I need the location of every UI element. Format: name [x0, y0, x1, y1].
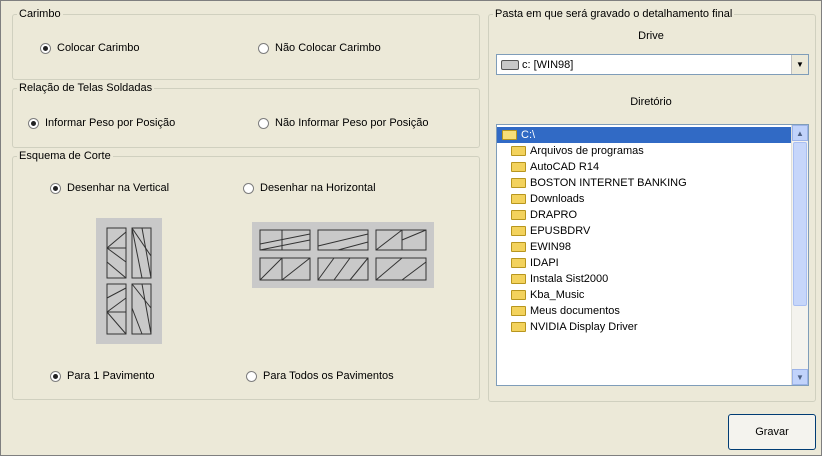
radio-button-icon [258, 42, 269, 54]
folder-name: Downloads [530, 193, 585, 205]
esquema-legend: Esquema de Corte [19, 150, 111, 162]
folder-icon [511, 146, 526, 156]
radio-nao-informar-peso-label: Não Informar Peso por Posição [275, 117, 429, 129]
radio-desenhar-horizontal-label: Desenhar na Horizontal [260, 182, 376, 194]
folder-icon [511, 290, 526, 300]
radio-informar-peso-label: Informar Peso por Posição [45, 117, 176, 129]
directory-list[interactable]: C:\ Arquivos de programas AutoCAD R14 BOSTO… [496, 124, 809, 386]
folder-name: C:\ [521, 129, 536, 141]
folder-name: IDAPI [530, 257, 559, 269]
folder-icon [511, 178, 526, 188]
scroll-down-icon[interactable]: ▼ [792, 369, 808, 385]
folder-row[interactable]: DRAPRO [497, 207, 792, 223]
folder-icon [511, 162, 526, 172]
radio-desenhar-vertical[interactable]: Desenhar na Vertical [50, 182, 169, 194]
folder-row[interactable]: BOSTON INTERNET BANKING [497, 175, 792, 191]
telas-legend: Relação de Telas Soldadas [19, 82, 153, 94]
radio-button-icon [50, 370, 61, 382]
drive-select[interactable]: c: [WIN98] ▼ [496, 54, 809, 75]
telas-group: Relação de Telas Soldadas [12, 82, 480, 148]
folder-icon [511, 226, 526, 236]
radio-button-icon [40, 42, 51, 54]
radio-nao-informar-peso[interactable]: Não Informar Peso por Posição [258, 117, 428, 129]
radio-button-icon [246, 370, 257, 382]
folder-row-selected[interactable]: C:\ [497, 127, 792, 143]
radio-informar-peso[interactable]: Informar Peso por Posição [28, 117, 175, 129]
directory-scrollbar[interactable]: ▲ ▼ [791, 125, 808, 385]
folder-icon [511, 274, 526, 284]
folder-name: Instala Sist2000 [530, 273, 609, 285]
radio-um-pavimento[interactable]: Para 1 Pavimento [50, 370, 154, 382]
folder-icon [511, 322, 526, 332]
folder-icon [511, 194, 526, 204]
folder-name: EPUSBDRV [530, 225, 591, 237]
horizontal-scheme-preview [252, 222, 434, 288]
pasta-legend: Pasta em que será gravado o detalhamento… [495, 8, 733, 20]
folder-row[interactable]: IDAPI [497, 255, 792, 271]
folder-name: Meus documentos [530, 305, 620, 317]
drive-select-value: c: [WIN98] [522, 58, 574, 71]
directory-label: Diretório [630, 96, 672, 108]
radio-nao-colocar-carimbo-label: Não Colocar Carimbo [275, 42, 381, 54]
radio-button-icon [258, 117, 269, 129]
folder-icon [511, 306, 526, 316]
chevron-down-icon[interactable]: ▼ [791, 55, 808, 74]
folder-name: EWIN98 [530, 241, 571, 253]
folder-icon [511, 242, 526, 252]
folder-row[interactable]: Kba_Music [497, 287, 792, 303]
folder-row[interactable]: Arquivos de programas [497, 143, 792, 159]
folder-row[interactable]: EWIN98 [497, 239, 792, 255]
radio-um-pavimento-label: Para 1 Pavimento [67, 370, 155, 382]
radio-desenhar-vertical-label: Desenhar na Vertical [67, 182, 170, 194]
folder-row[interactable]: Instala Sist2000 [497, 271, 792, 287]
radio-button-icon [50, 182, 61, 194]
folder-row[interactable]: Meus documentos [497, 303, 792, 319]
radio-todos-pavimentos-label: Para Todos os Pavimentos [263, 370, 394, 382]
folder-name: BOSTON INTERNET BANKING [530, 177, 687, 189]
scroll-up-icon[interactable]: ▲ [792, 125, 808, 141]
vertical-scheme-preview [96, 218, 162, 344]
folder-name: Kba_Music [530, 289, 585, 301]
folder-name: DRAPRO [530, 209, 578, 221]
gravar-button[interactable]: Gravar [728, 414, 816, 450]
radio-desenhar-horizontal[interactable]: Desenhar na Horizontal [243, 182, 376, 194]
radio-todos-pavimentos[interactable]: Para Todos os Pavimentos [246, 370, 394, 382]
folder-icon [502, 130, 517, 140]
folder-name: AutoCAD R14 [530, 161, 600, 173]
carimbo-legend: Carimbo [19, 8, 61, 20]
vertical-scheme-graphic [106, 227, 152, 335]
radio-nao-colocar-carimbo[interactable]: Não Colocar Carimbo [258, 42, 381, 54]
horizontal-scheme-graphic [259, 229, 427, 281]
radio-colocar-carimbo[interactable]: Colocar Carimbo [40, 42, 140, 54]
drive-label: Drive [638, 30, 664, 42]
scroll-thumb[interactable] [793, 142, 807, 306]
folder-icon [511, 210, 526, 220]
hard-drive-icon [501, 59, 519, 70]
folder-name: NVIDIA Display Driver [530, 321, 638, 333]
folder-row[interactable]: EPUSBDRV [497, 223, 792, 239]
folder-row[interactable]: AutoCAD R14 [497, 159, 792, 175]
folder-row[interactable]: Downloads [497, 191, 792, 207]
radio-colocar-carimbo-label: Colocar Carimbo [57, 42, 140, 54]
radio-button-icon [28, 117, 39, 129]
folder-icon [511, 258, 526, 268]
folder-row[interactable]: NVIDIA Display Driver [497, 319, 792, 335]
folder-name: Arquivos de programas [530, 145, 644, 157]
radio-button-icon [243, 182, 254, 194]
